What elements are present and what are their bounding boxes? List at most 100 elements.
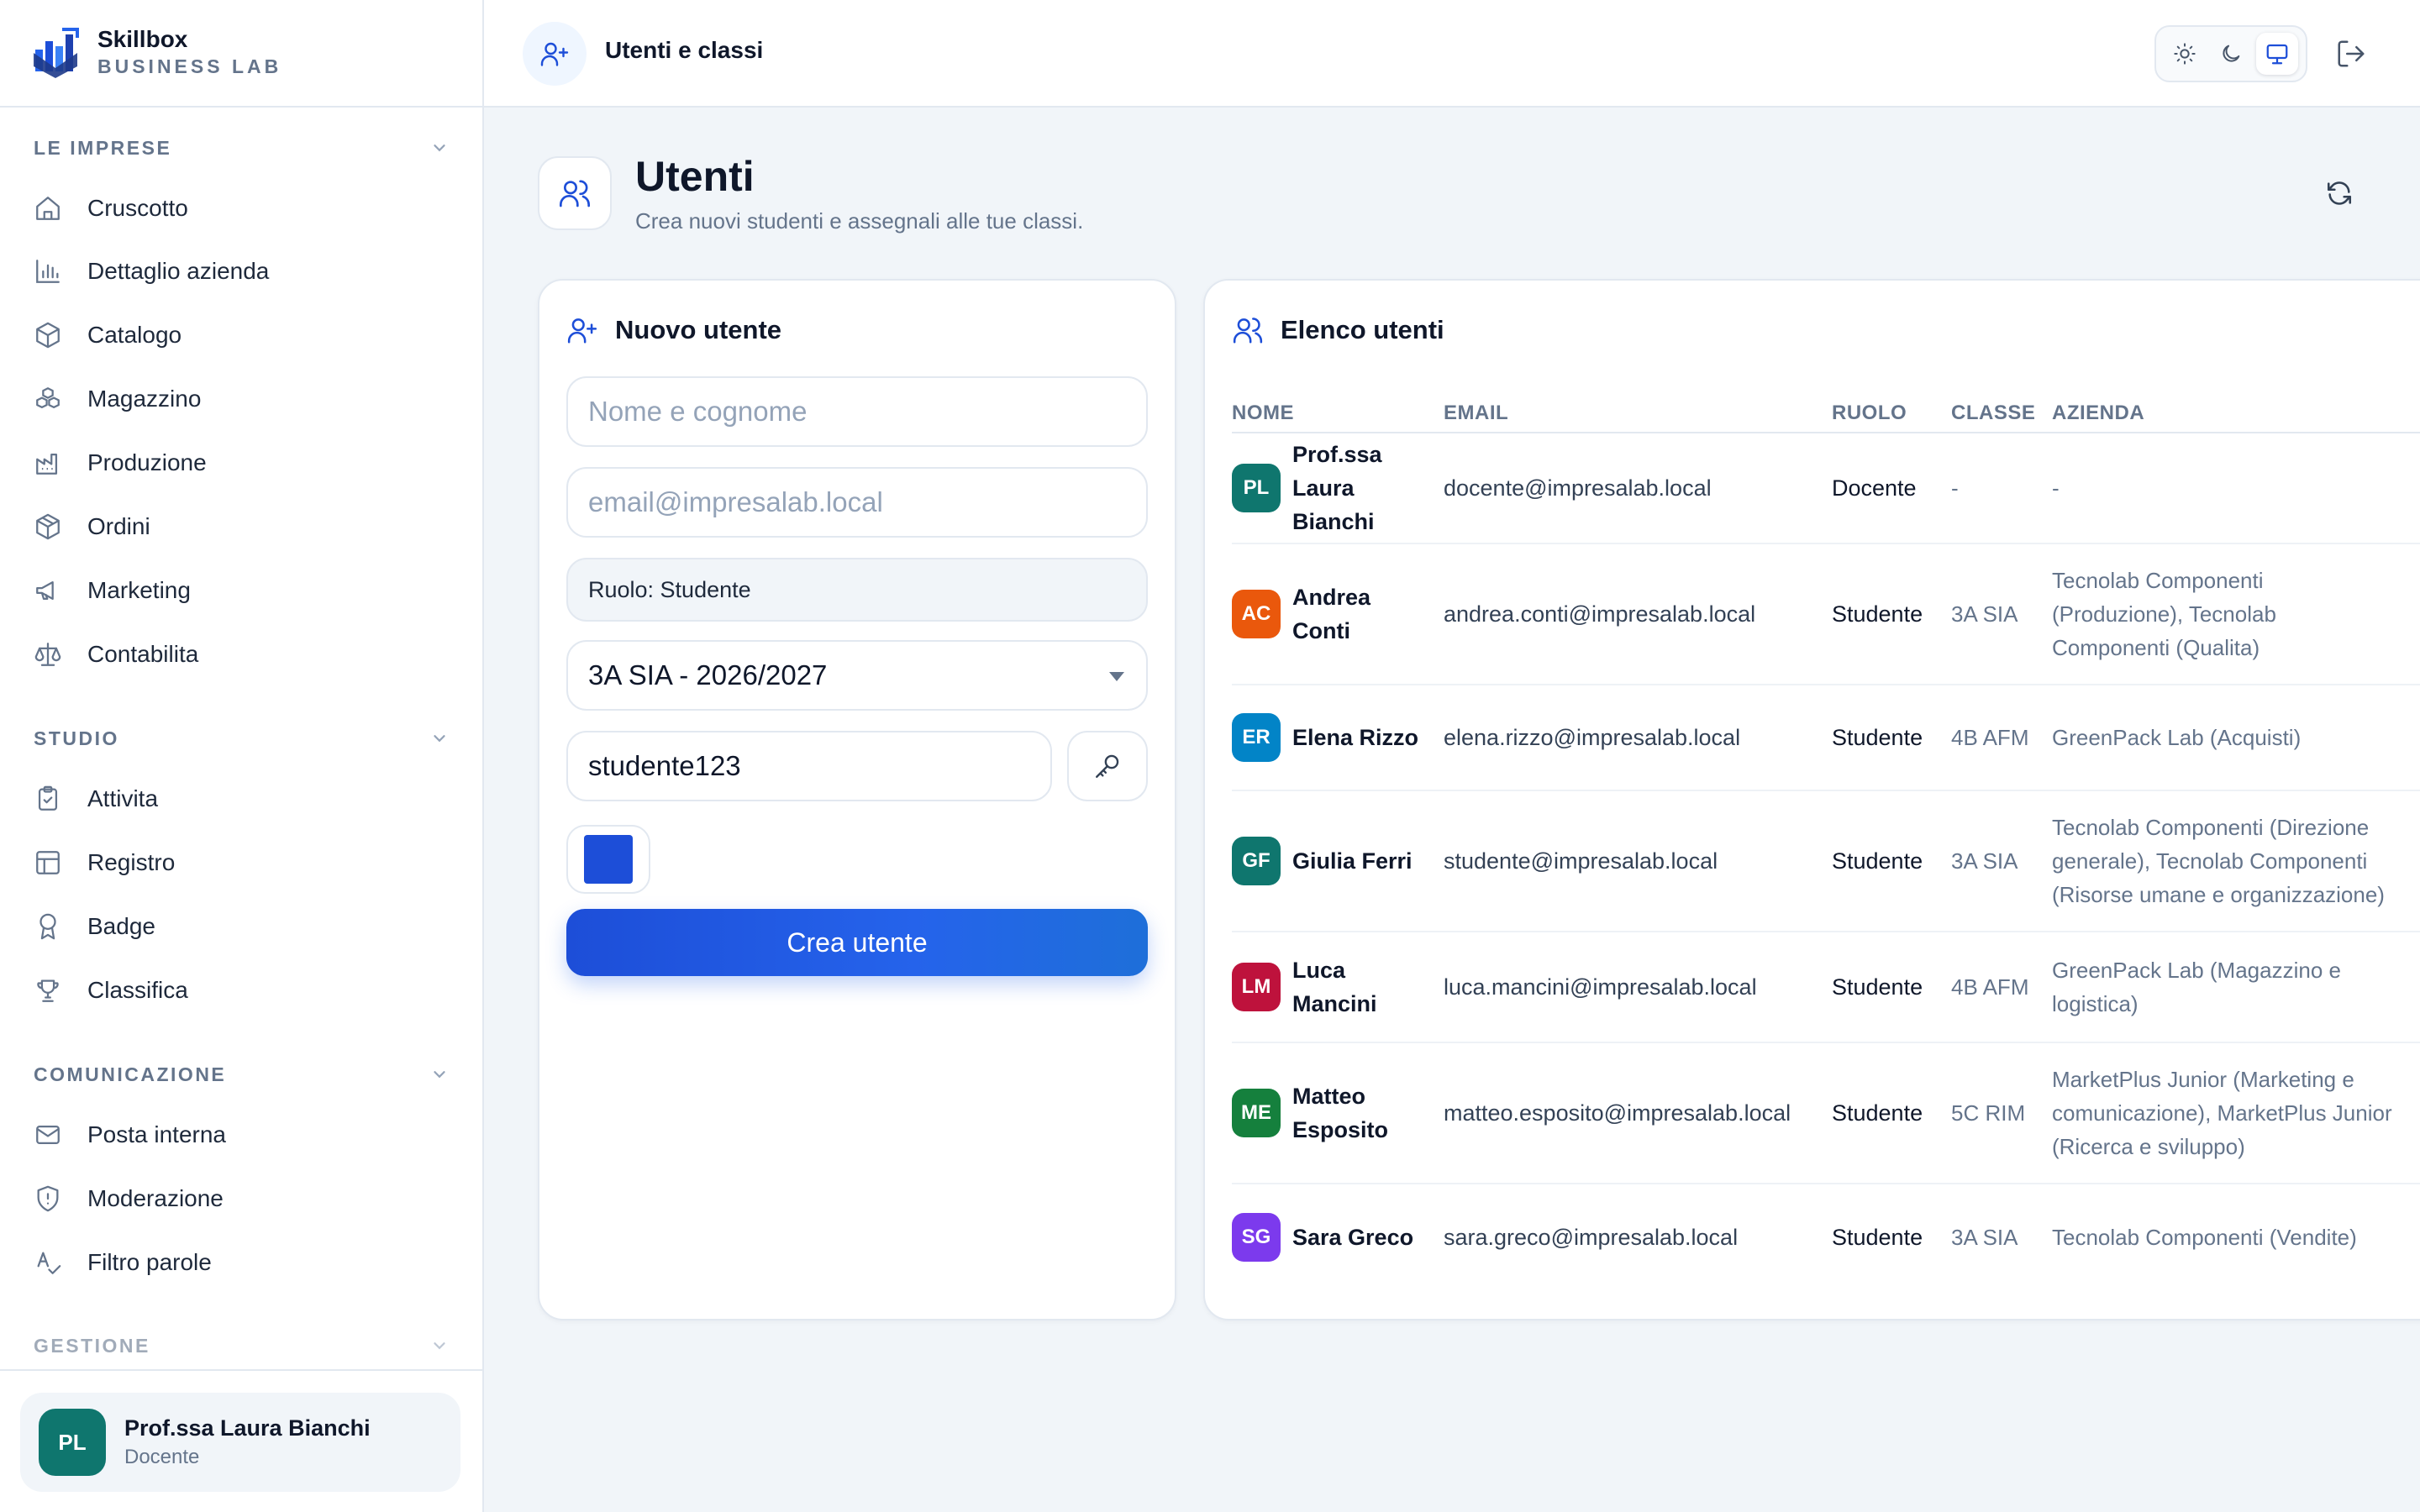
table-row[interactable]: GF Giulia Ferri studente@impresalab.local S… [1232, 791, 2420, 932]
generate-password-button[interactable] [1067, 731, 1148, 801]
home-icon [36, 197, 60, 220]
user-name-cell: AC Andrea Conti [1232, 544, 1434, 684]
sidebar-item-badge[interactable]: Badge [34, 903, 449, 950]
award-icon [39, 913, 56, 940]
section-gestione[interactable]: GESTIONE [34, 1329, 449, 1362]
user-role: Studente [1832, 974, 1923, 1000]
table-icon [36, 851, 60, 874]
sidebar-item-dettaglio-azienda[interactable]: Dettaglio azienda [34, 248, 449, 295]
column-header[interactable]: EMAIL [1444, 402, 1508, 425]
new-user-title: Nuovo utente [566, 314, 781, 346]
page-title: Utenti [635, 153, 755, 200]
sidebar-item-produzione[interactable]: Produzione [34, 439, 449, 486]
logout-button[interactable] [2331, 34, 2371, 74]
table-row[interactable]: ME Matteo Esposito matteo.esposito@impresal… [1232, 1043, 2420, 1184]
user-list-card: Elenco utenti NOME EMAIL RUOLO CLASSE AZ… [1203, 279, 2420, 1320]
user-role: Studente [1832, 601, 1923, 627]
theme-dark-button[interactable] [2210, 33, 2252, 75]
color-picker[interactable] [566, 825, 650, 894]
user-class: 3A SIA [1951, 601, 2018, 627]
sidebar-item-magazzino[interactable]: Magazzino [34, 375, 449, 423]
brand-name: Skillbox [97, 26, 188, 52]
avatar: GF [1232, 837, 1281, 885]
user-role: Studente [1832, 848, 1923, 874]
table-body: PL Prof.ssa Laura Bianchi docente@impresala… [1232, 433, 2420, 1290]
user-email: docente@impresalab.local [1444, 475, 1712, 501]
users-table: NOME EMAIL RUOLO CLASSE AZIENDA PL Prof.s… [1232, 381, 2420, 1290]
clipboard-check-icon [38, 785, 58, 811]
sidebar-item-contabilita[interactable]: Contabilita [34, 631, 449, 678]
topbar-icon [523, 22, 587, 86]
name-input[interactable] [566, 376, 1148, 447]
trophy-icon [37, 979, 59, 1002]
table-row[interactable]: LM Luca Mancini luca.mancini@impresalab.loc… [1232, 932, 2420, 1043]
refresh-button[interactable] [2319, 173, 2360, 213]
user-role: Studente [1832, 724, 1923, 750]
user-name-cell: PL Prof.ssa Laura Bianchi [1232, 433, 1434, 543]
scale-icon [34, 643, 61, 666]
column-header[interactable]: CLASSE [1951, 402, 2035, 425]
user-plus-icon [567, 318, 597, 344]
user-name: Giulia Ferri [1292, 848, 1413, 874]
brand[interactable]: Skillbox BUSINESS LAB [0, 0, 482, 108]
column-header[interactable]: NOME [1232, 402, 1294, 425]
avatar: PL [1232, 464, 1281, 512]
user-name: Elena Rizzo [1292, 725, 1419, 750]
user-name: Sara Greco [1292, 1225, 1414, 1250]
topbar-title: Utenti e classi [605, 37, 764, 63]
key-icon [1096, 754, 1119, 778]
theme-system-button[interactable] [2256, 33, 2299, 75]
user-email: andrea.conti@impresalab.local [1444, 601, 1756, 627]
sidebar-item-filtro-parole[interactable]: Filtro parole [34, 1239, 449, 1286]
user-company: Tecnolab Componenti (Vendite) [2052, 1225, 2357, 1250]
table-row[interactable]: ER Elena Rizzo elena.rizzo@impresalab.loca… [1232, 685, 2420, 791]
user-email: luca.mancini@impresalab.local [1444, 974, 1757, 1000]
color-swatch [584, 835, 633, 884]
user-company: - [2052, 475, 2060, 501]
user-email: sara.greco@impresalab.local [1444, 1224, 1739, 1250]
create-user-button[interactable]: Crea utente [566, 909, 1148, 976]
sidebar-item-ordini[interactable]: Ordini [34, 503, 449, 550]
user-plus-icon [540, 42, 569, 66]
sidebar-item-cruscotto[interactable]: Cruscotto [34, 185, 449, 232]
user-panel: PL Prof.ssa Laura Bianchi Docente [0, 1369, 482, 1512]
user-class: 3A SIA [1951, 1224, 2018, 1250]
section-le-imprese[interactable]: LE IMPRESE [34, 131, 449, 165]
user-class: 4B AFM [1951, 974, 2029, 1000]
table-row[interactable]: AC Andrea Conti andrea.conti@impresalab.loc… [1232, 544, 2420, 685]
sidebar-item-moderazione[interactable]: Moderazione [34, 1175, 449, 1222]
chevron-down-icon [434, 735, 445, 743]
sidebar-item-attivita[interactable]: Attivita [34, 775, 449, 822]
avatar: AC [1232, 590, 1281, 638]
user-name: Prof.ssa Laura Bianchi [1292, 442, 1382, 534]
sidebar-item-classifica[interactable]: Classifica [34, 967, 449, 1014]
column-header[interactable]: AZIENDA [2052, 402, 2144, 425]
users-icon [1233, 318, 1263, 344]
sidebar-item-posta-interna[interactable]: Posta interna [34, 1111, 449, 1158]
spell-check-icon [37, 1252, 61, 1274]
sidebar-item-marketing[interactable]: Marketing [34, 567, 449, 614]
user-company: GreenPack Lab (Acquisti) [2052, 725, 2302, 750]
table-row[interactable]: SG Sara Greco sara.greco@impresalab.local S… [1232, 1184, 2420, 1290]
factory-icon [36, 453, 58, 475]
package-icon [36, 513, 60, 540]
current-user-card[interactable]: PL Prof.ssa Laura Bianchi Docente [20, 1393, 460, 1492]
password-input[interactable]: studente123 [566, 731, 1052, 801]
user-class: - [1951, 475, 1959, 501]
user-class: 5C RIM [1951, 1100, 2026, 1126]
sidebar-item-catalogo[interactable]: Catalogo [34, 312, 449, 359]
section-comunicazione[interactable]: COMUNICAZIONE [34, 1058, 449, 1091]
page-subtitle: Crea nuovi studenti e assegnali alle tue… [635, 208, 1084, 234]
user-role: Studente [1832, 1224, 1923, 1250]
email-input[interactable] [566, 467, 1148, 538]
theme-light-button[interactable] [2164, 33, 2206, 75]
user-name: Prof.ssa Laura Bianchi [124, 1415, 371, 1441]
table-row[interactable]: PL Prof.ssa Laura Bianchi docente@impresala… [1232, 433, 2420, 544]
section-studio[interactable]: STUDIO [34, 722, 449, 755]
user-class: 3A SIA [1951, 848, 2018, 874]
moon-icon [2223, 45, 2240, 62]
column-header[interactable]: RUOLO [1832, 402, 1907, 425]
megaphone-icon [36, 580, 54, 601]
class-select[interactable]: 3A SIA - 2026/2027 [566, 640, 1148, 711]
sidebar-item-registro[interactable]: Registro [34, 839, 449, 886]
